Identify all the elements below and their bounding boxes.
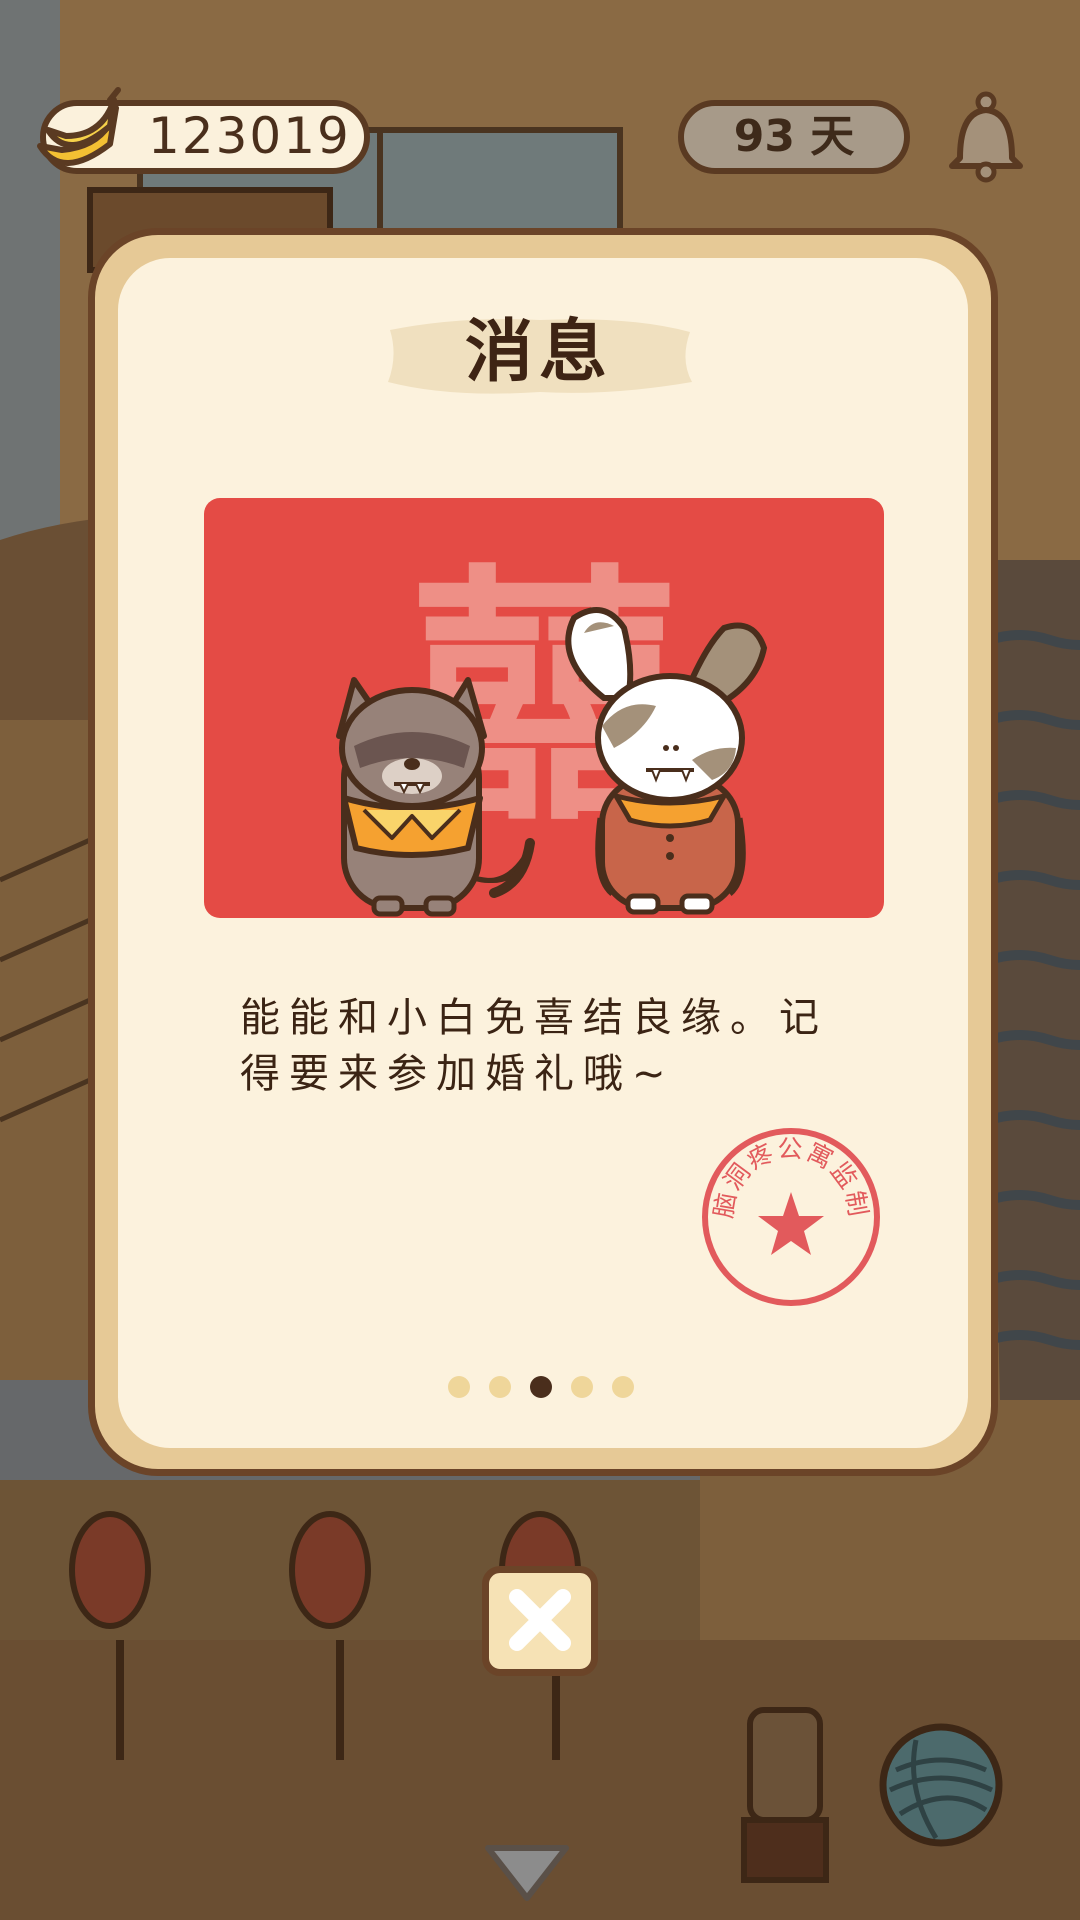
page-indicator	[440, 1372, 640, 1402]
message-text: 能能和小白免喜结良缘。记得要来参加婚礼哦~	[240, 995, 828, 1097]
page-dot-5[interactable]	[612, 1376, 634, 1398]
wedding-announcement-picture: 囍	[204, 498, 884, 918]
close-button[interactable]	[482, 1566, 598, 1676]
page-dot-2[interactable]	[489, 1376, 511, 1398]
close-icon	[509, 1589, 571, 1651]
banana-icon	[37, 87, 121, 166]
page-dot-1[interactable]	[448, 1376, 470, 1398]
page-dot-3-active[interactable]	[530, 1376, 552, 1398]
days-counter: 93 天	[678, 100, 910, 174]
yarn-ball-icon[interactable]	[876, 1720, 1006, 1850]
page-dot-4[interactable]	[571, 1376, 593, 1398]
chevron-down-icon[interactable]	[482, 1840, 572, 1904]
bell-icon[interactable]	[942, 88, 1030, 188]
banana-count: 123019	[148, 107, 351, 165]
dialog-title: 消息	[464, 313, 613, 392]
official-seal-stamp: 脑洞疼公寓监制	[702, 1128, 880, 1306]
